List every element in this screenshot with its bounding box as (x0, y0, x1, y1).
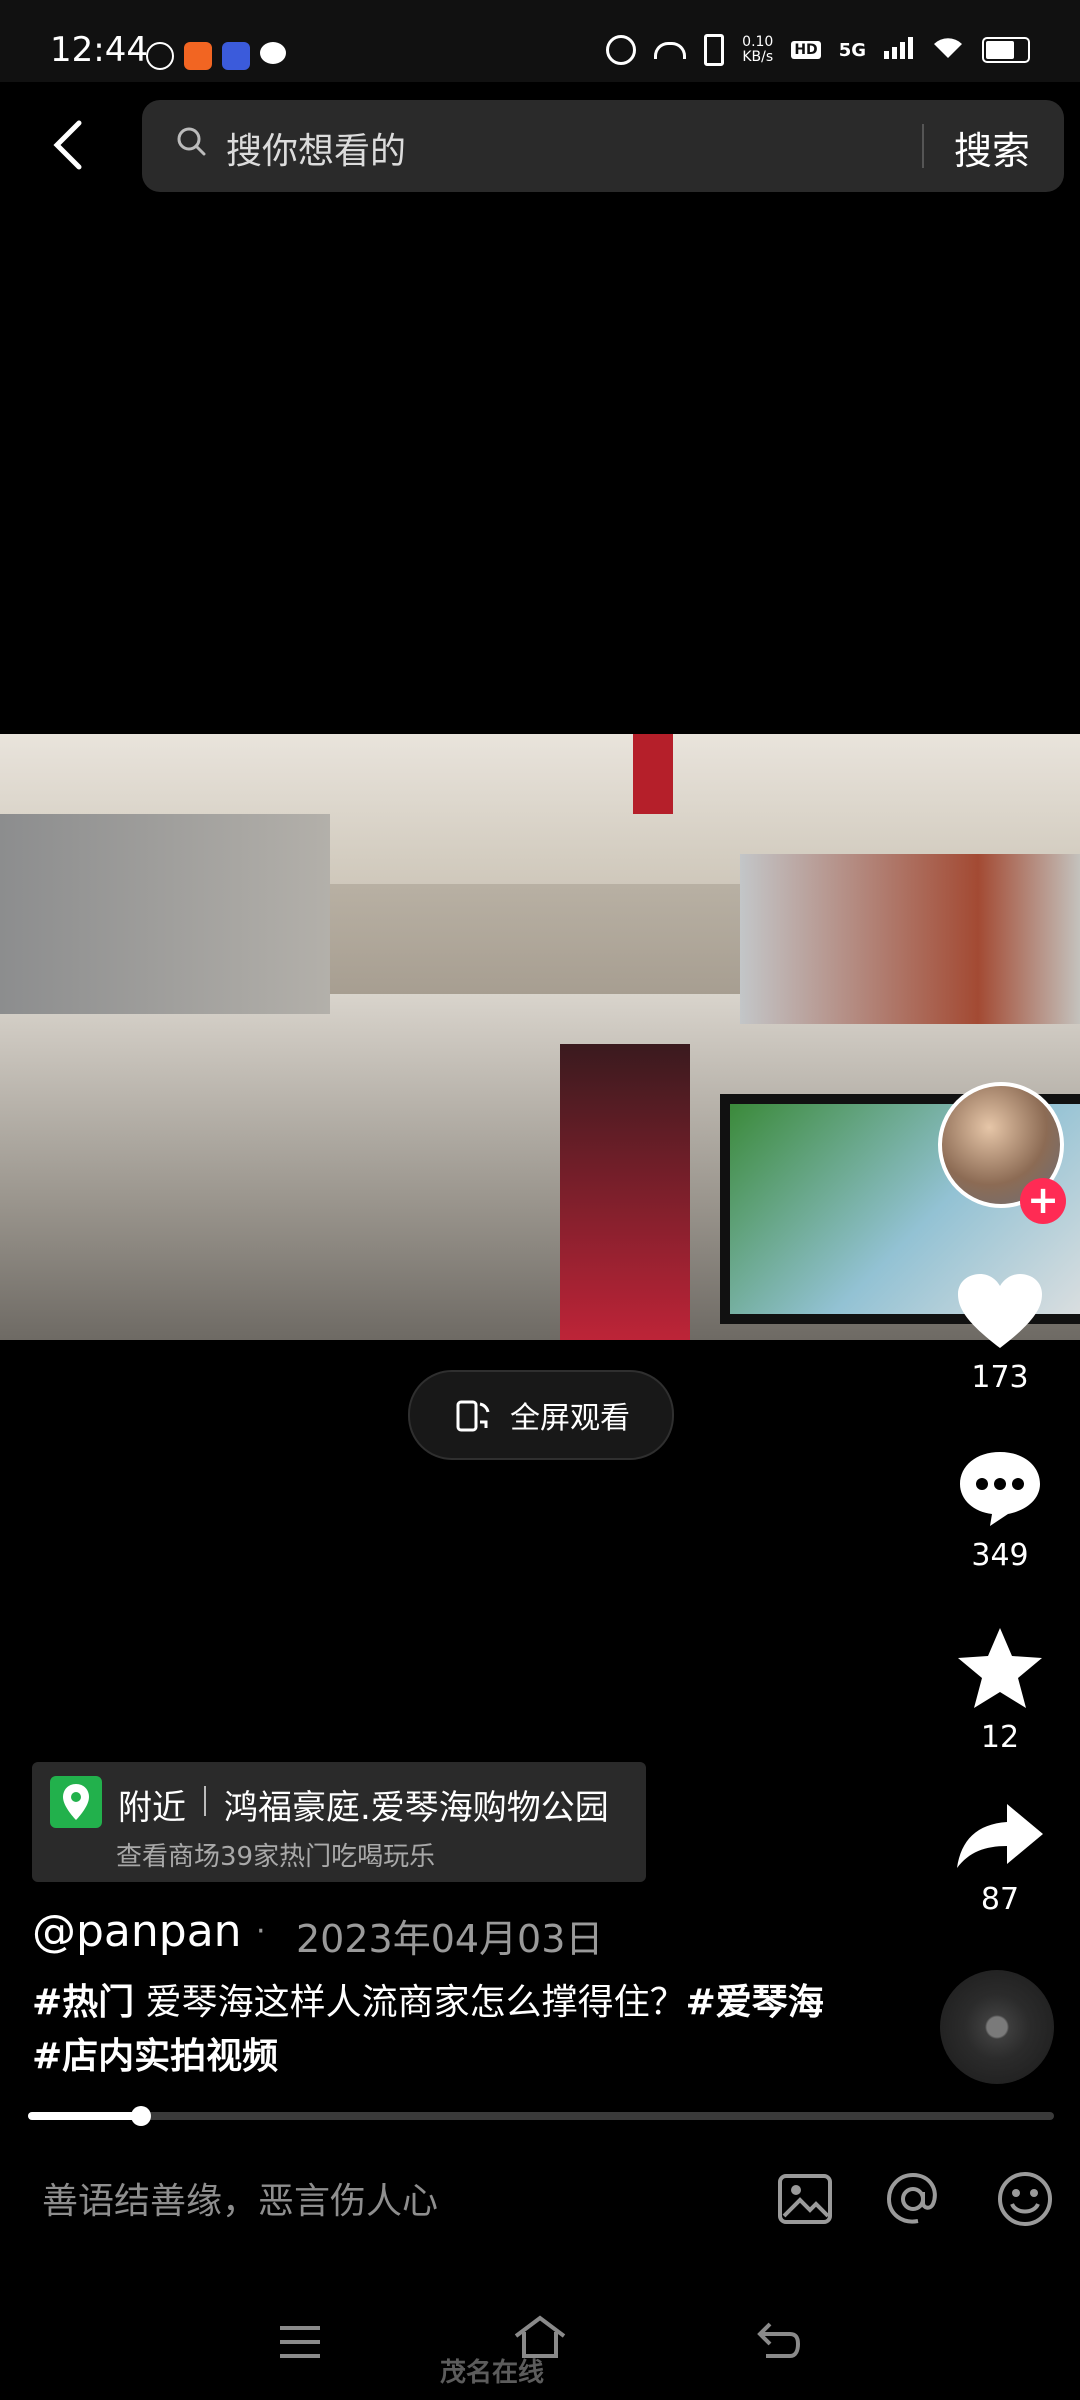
notification-icons (146, 42, 286, 70)
comment-count: 349 (971, 1538, 1029, 1573)
video-progress-track[interactable] (28, 2112, 1054, 2120)
music-disc-button[interactable] (940, 1970, 1054, 2084)
caption-text: 爱琴海这样人流商家怎么撑得住？ (134, 1982, 686, 2023)
share-arrow-icon (957, 1804, 1043, 1868)
video-player[interactable] (0, 734, 1080, 1340)
search-divider (922, 124, 924, 168)
video-shop-left (0, 814, 330, 1014)
net-speed: 0.10 KB/s (742, 34, 774, 65)
app-k-icon (146, 42, 174, 70)
battery-icon (982, 37, 1030, 63)
favorite-button[interactable]: 12 (930, 1626, 1070, 1755)
comment-button[interactable]: 349 (930, 1448, 1070, 1573)
like-button[interactable]: 173 (930, 1272, 1070, 1395)
like-count: 173 (971, 1360, 1029, 1395)
vibrate-icon (704, 34, 725, 66)
search-input[interactable]: 搜你想看的 (226, 122, 406, 174)
status-bar: 12:44 0.10 KB/s HD 5G (0, 0, 1080, 82)
meta-separator: · (256, 1914, 266, 1949)
wifi-icon (932, 36, 964, 65)
status-time: 12:44 (50, 30, 148, 70)
app-orange-icon (184, 42, 212, 70)
app-blue-icon (222, 42, 250, 70)
post-caption: #热门 爱琴海这样人流商家怎么撑得住？#爱琴海 #店内实拍视频 (32, 1976, 832, 2084)
fullscreen-label: 全屏观看 (510, 1401, 630, 1436)
back-button[interactable] (40, 110, 96, 180)
menu-icon[interactable] (278, 2324, 322, 2360)
location-prefix: 附近 (118, 1788, 186, 1828)
speed-icon (654, 41, 687, 59)
rotate-phone-icon (456, 1400, 490, 1432)
hashtag-link[interactable]: #热门 (32, 1982, 134, 2023)
post-date: 2023年04月03日 (296, 1917, 604, 1961)
author-username[interactable]: @panpan (32, 1906, 242, 1957)
search-button[interactable]: 搜索 (954, 120, 1030, 175)
hashtag-link[interactable]: #爱琴海 (686, 1982, 824, 2023)
video-banner (633, 734, 673, 814)
signal-icon (884, 36, 914, 64)
favorite-count: 12 (980, 1720, 1020, 1755)
location-name: 鸿福豪庭.爱琴海购物公园 (224, 1788, 609, 1828)
back-nav-icon[interactable] (756, 2320, 802, 2360)
mention-icon[interactable] (884, 2170, 942, 2228)
status-right: 0.10 KB/s HD 5G (606, 34, 1030, 66)
hd-badge: HD (791, 41, 821, 59)
star-icon (958, 1628, 1042, 1708)
video-progress-handle[interactable] (130, 2106, 151, 2126)
search-icon (177, 127, 206, 156)
follow-button[interactable]: + (1020, 1178, 1066, 1224)
search-bar[interactable]: 搜你想看的 搜索 (142, 100, 1064, 192)
share-button[interactable]: 87 (930, 1800, 1070, 1917)
video-kiosk (560, 1044, 690, 1340)
comment-input[interactable]: 善语结善缘，恶言伤人心 (42, 2172, 438, 2224)
video-progress-fill (28, 2112, 141, 2120)
network-type: 5G (838, 39, 866, 61)
location-card[interactable]: 附近 鸿福豪庭.爱琴海购物公园 查看商场39家热门吃喝玩乐 (32, 1762, 646, 1882)
site-watermark: 茂名在线 (440, 2358, 545, 2388)
wechat-icon (260, 42, 286, 64)
share-count: 87 (980, 1882, 1020, 1917)
heart-icon (958, 1274, 1042, 1348)
location-separator (204, 1786, 206, 1816)
image-icon[interactable] (776, 2170, 834, 2228)
video-shop-right (740, 854, 1080, 1024)
location-pin-icon (50, 1776, 102, 1828)
comment-bubble-icon (960, 1452, 1040, 1526)
alarm-icon (606, 35, 637, 65)
chevron-left-icon (53, 120, 82, 170)
emoji-icon[interactable] (996, 2170, 1054, 2228)
location-subtitle: 查看商场39家热门吃喝玩乐 (116, 1842, 436, 1872)
fullscreen-button[interactable]: 全屏观看 (408, 1370, 674, 1460)
hashtag-link[interactable]: #店内实拍视频 (32, 2036, 278, 2077)
